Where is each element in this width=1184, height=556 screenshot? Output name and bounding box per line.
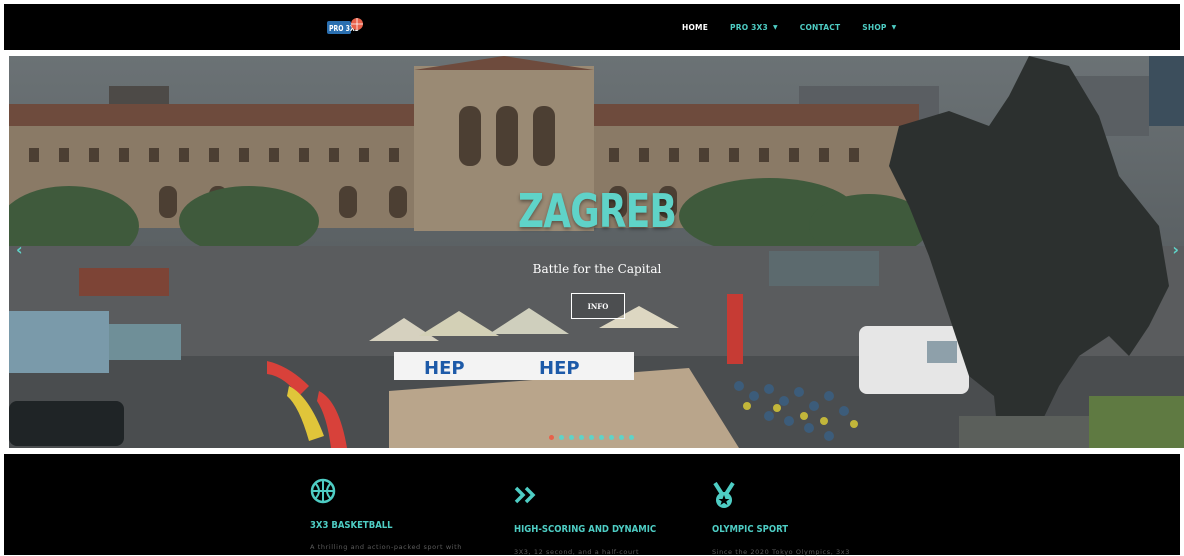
chevron-down-icon: ▼ [891,23,897,31]
medal-icon [712,481,736,514]
slider-dot[interactable] [569,435,574,440]
features-section: 3X3 BASKETBALL A thrilling and action-pa… [4,454,1180,556]
banner-hep-text: HEP [424,358,465,379]
nav-pro3x3-label: PRO 3X3 [730,22,768,32]
nav-home[interactable]: HOME [682,23,708,32]
slider-dot[interactable] [619,435,624,440]
nav-pro3x3[interactable]: PRO 3X3 ▼ [730,23,778,32]
chevron-down-icon: ▼ [772,23,778,31]
nav-home-label: HOME [682,22,709,32]
nav-contact-label: CONTACT [799,22,841,32]
nav-contact[interactable]: CONTACT [800,23,841,32]
slider-dot[interactable] [549,435,554,440]
pro3x3-logo[interactable]: PRO 3X3 [326,16,366,40]
hero-subtitle: Battle for the Capital [532,262,662,276]
slider-dot[interactable] [589,435,594,440]
main-nav: HOME PRO 3X3 ▼ CONTACT SHOP ▼ [682,4,918,50]
slider-dot[interactable] [579,435,584,440]
slider-dot[interactable] [629,435,634,440]
slider-pagination [549,435,634,440]
feature-title: 3X3 BASKETBALL [310,520,393,531]
basketball-icon [310,478,336,508]
feature-text: A thrilling and action-packed sport with [310,543,463,551]
hero-title: ZAGREB [517,184,677,238]
slider-next-icon[interactable]: › [1172,240,1179,259]
banner-hep-text: HEP [539,358,580,379]
double-chevron-icon [514,486,538,508]
nav-shop[interactable]: SHOP ▼ [862,23,896,32]
site-header: PRO 3X3 HOME PRO 3X3 ▼ CONTACT SHOP ▼ [4,4,1180,50]
slider-prev-icon[interactable]: ‹ [16,240,23,259]
info-button[interactable]: INFO [571,293,625,319]
feature-title: OLYMPIC SPORT [712,524,789,535]
slider-dot[interactable] [609,435,614,440]
hero-slider: HEP HEP ZAGREB Battle for the Capital IN… [9,56,1184,448]
slider-dot[interactable] [599,435,604,440]
feature-title: HIGH-SCORING AND DYNAMIC [514,524,657,535]
info-button-label: INFO [587,301,609,311]
slider-dot[interactable] [559,435,564,440]
nav-shop-label: SHOP [862,22,887,32]
hero-background-image: HEP HEP [9,56,1184,448]
